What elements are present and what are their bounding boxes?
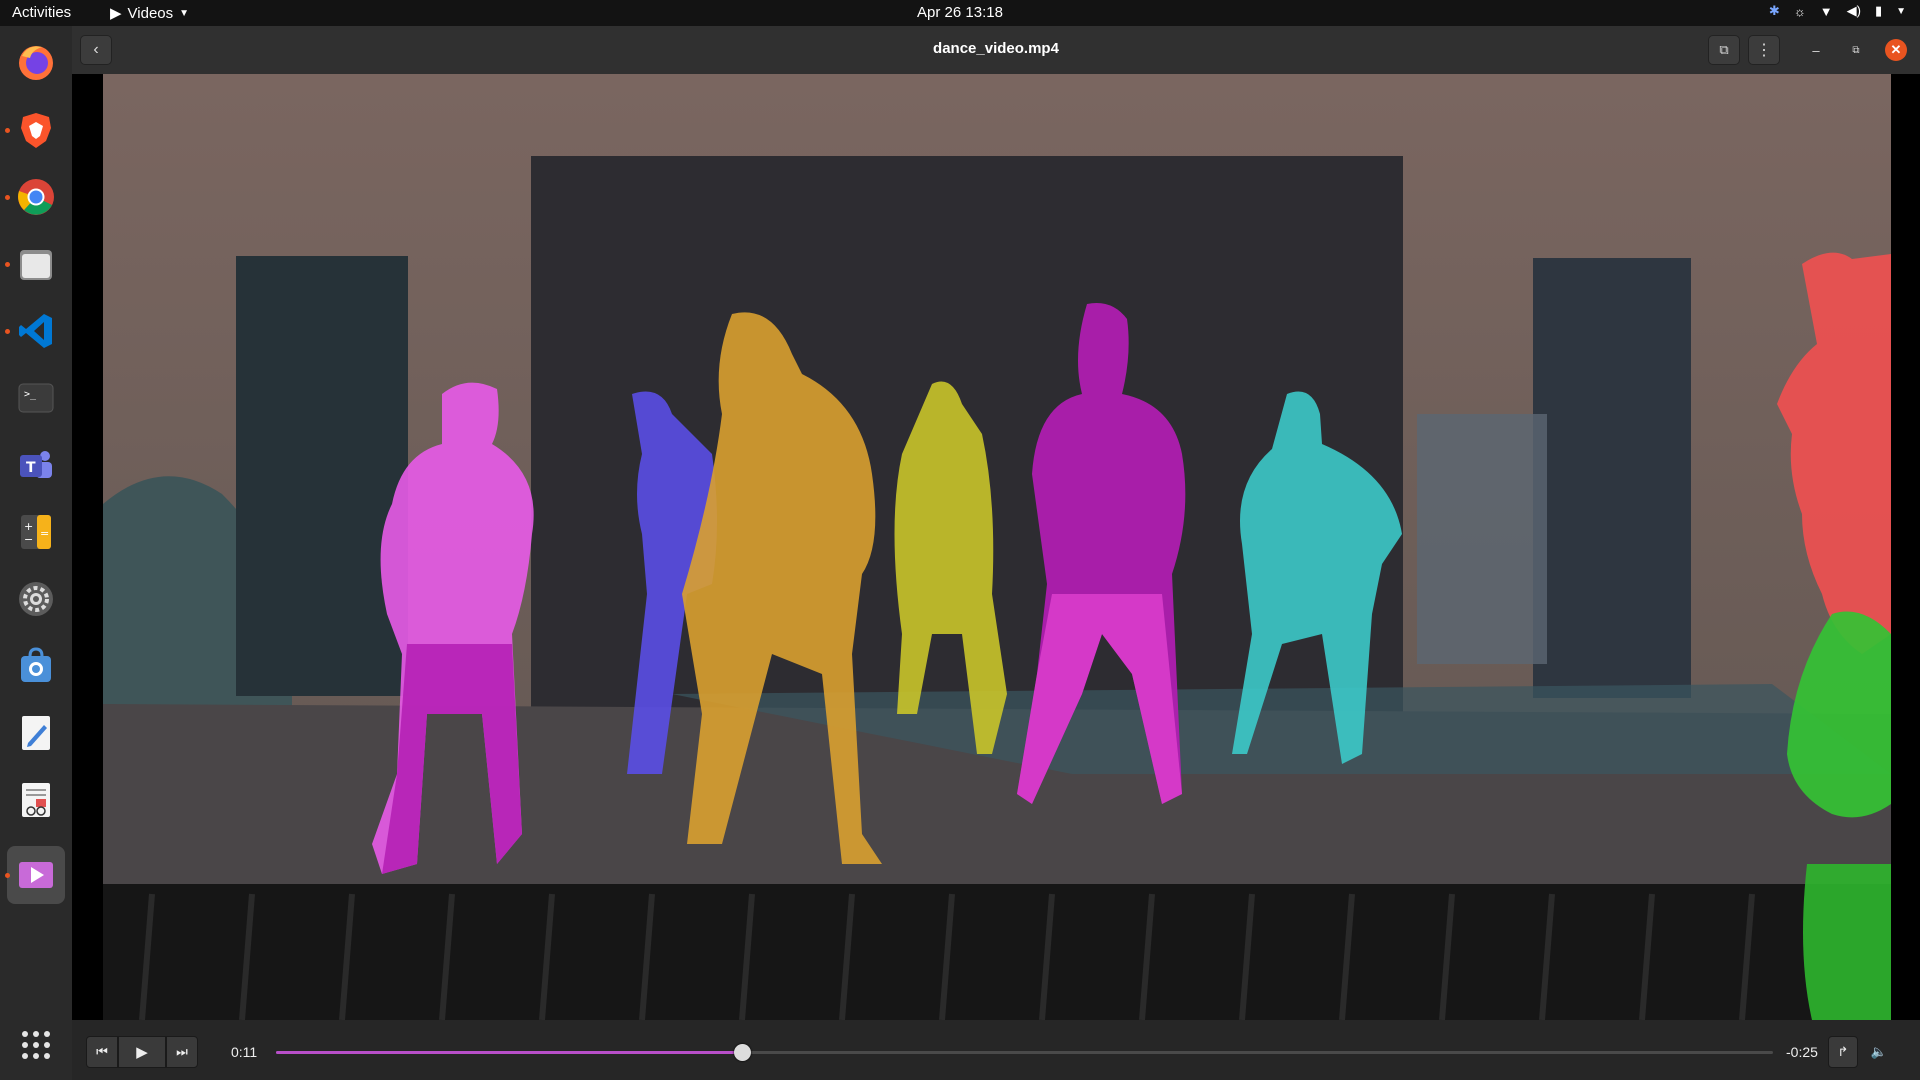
clock[interactable]: Apr 26 13:18 [0, 4, 1920, 21]
dock-item-settings[interactable] [7, 570, 65, 628]
running-indicator [5, 195, 10, 200]
svg-text:>_: >_ [24, 389, 37, 400]
skip-forward-button[interactable]: ⏭ [166, 1036, 198, 1068]
kebab-menu-icon: ⋮ [1756, 42, 1772, 59]
brave-icon [21, 113, 51, 148]
svg-text:+: + [24, 520, 33, 533]
top-bar: Activities ▶ Videos ▼ Apr 26 13:18 ✱ ☼ ▼… [0, 0, 1920, 26]
fullscreen-button[interactable]: ⧉ [1708, 35, 1740, 65]
dock-item-calculator[interactable]: + − = [7, 503, 65, 561]
current-time: 0:11 [231, 1044, 258, 1060]
rotate-button[interactable]: ↱ [1828, 1036, 1858, 1068]
minimize-button[interactable]: – [1805, 39, 1827, 61]
running-indicator [5, 329, 10, 334]
play-icon: ▶ [136, 1044, 148, 1061]
volume-button[interactable]: 🔈 [1864, 1036, 1894, 1068]
chevron-left-icon: ‹ [93, 41, 99, 58]
bluetooth-icon[interactable]: ✱ [1769, 3, 1780, 19]
dock-item-firefox[interactable] [7, 33, 65, 91]
show-applications-icon [22, 1031, 50, 1059]
close-icon: ✕ [1890, 42, 1902, 57]
skip-forward-icon: ⏭ [176, 1044, 188, 1059]
minimize-icon: – [1812, 42, 1820, 58]
chevron-down-icon[interactable]: ▼ [1896, 6, 1906, 17]
dock-item-terminal[interactable]: >_ [7, 369, 65, 427]
video-image [72, 74, 1920, 1020]
fullscreen-icon: ⧉ [1719, 42, 1729, 57]
running-indicator [5, 128, 10, 133]
system-tray[interactable]: ✱ ☼ ▼ ◀) ▮ ▼ [1769, 3, 1906, 19]
app-menu-label: Videos [127, 4, 174, 22]
videos-icon [19, 862, 53, 888]
dock: >_ T + − = [0, 26, 73, 1080]
rotate-icon: ↱ [1837, 1044, 1849, 1059]
running-indicator [5, 873, 10, 878]
skip-back-button[interactable]: ⏮ [86, 1036, 118, 1068]
calculator-icon: + − = [21, 515, 51, 549]
dock-item-document-viewer[interactable] [7, 771, 65, 829]
dock-item-chrome[interactable] [5, 168, 65, 226]
seek-bar[interactable] [276, 1044, 1773, 1061]
video-frame[interactable] [72, 74, 1920, 1020]
text-editor-icon [22, 716, 50, 750]
show-applications-button[interactable] [7, 1016, 65, 1074]
battery-icon[interactable]: ▮ [1875, 3, 1882, 19]
app-menu[interactable]: ▶ Videos ▼ [110, 4, 190, 23]
play-small-icon: ▶ [110, 5, 122, 22]
terminal-icon: >_ [18, 383, 54, 413]
dock-item-videos[interactable] [5, 846, 65, 904]
files-icon [20, 250, 52, 280]
vscode-icon [19, 314, 52, 348]
volume-icon[interactable]: ◀) [1847, 3, 1861, 19]
dock-item-teams[interactable]: T [7, 436, 65, 494]
document-viewer-icon [22, 783, 50, 817]
dock-item-files[interactable] [5, 235, 65, 293]
maximize-icon: ⧉ [1852, 44, 1860, 56]
seek-progress [276, 1051, 742, 1054]
seek-handle[interactable] [733, 1044, 751, 1061]
header-bar: ‹ dance_video.mp4 ⧉ ⋮ – ⧉ ✕ [72, 26, 1920, 75]
chevron-down-icon: ▼ [179, 7, 190, 19]
window-title: dance_video.mp4 [933, 40, 1059, 57]
playback-controls: ⏮ ▶ ⏭ 0:11 -0:25 ↱ 🔈 [72, 1020, 1920, 1080]
wifi-icon[interactable]: ▼ [1820, 4, 1833, 19]
teams-icon: T [20, 451, 52, 478]
videos-window: ‹ dance_video.mp4 ⧉ ⋮ – ⧉ ✕ ⏮ ▶ ⏭ 0:11 -… [72, 26, 1920, 1080]
skip-back-icon: ⏮ [96, 1044, 108, 1059]
settings-icon [19, 582, 53, 616]
dock-item-vscode[interactable] [5, 302, 65, 360]
running-indicator [5, 262, 10, 267]
dock-item-software[interactable] [7, 637, 65, 695]
svg-text:=: = [40, 527, 49, 540]
menu-button[interactable]: ⋮ [1748, 35, 1780, 65]
chrome-icon [18, 179, 54, 215]
back-button[interactable]: ‹ [80, 35, 112, 65]
close-button[interactable]: ✕ [1885, 39, 1907, 61]
activities-button[interactable]: Activities [12, 4, 71, 21]
svg-text:T: T [26, 460, 36, 476]
software-center-icon [21, 647, 51, 682]
volume-icon: 🔈 [1870, 1044, 1888, 1059]
dock-item-text-editor[interactable] [7, 704, 65, 762]
dock-item-brave[interactable] [5, 101, 65, 159]
firefox-icon [19, 46, 53, 80]
brightness-icon[interactable]: ☼ [1794, 4, 1806, 19]
svg-text:−: − [24, 533, 33, 546]
remaining-time: -0:25 [1786, 1044, 1818, 1060]
play-button[interactable]: ▶ [118, 1036, 166, 1068]
maximize-button[interactable]: ⧉ [1845, 39, 1867, 61]
